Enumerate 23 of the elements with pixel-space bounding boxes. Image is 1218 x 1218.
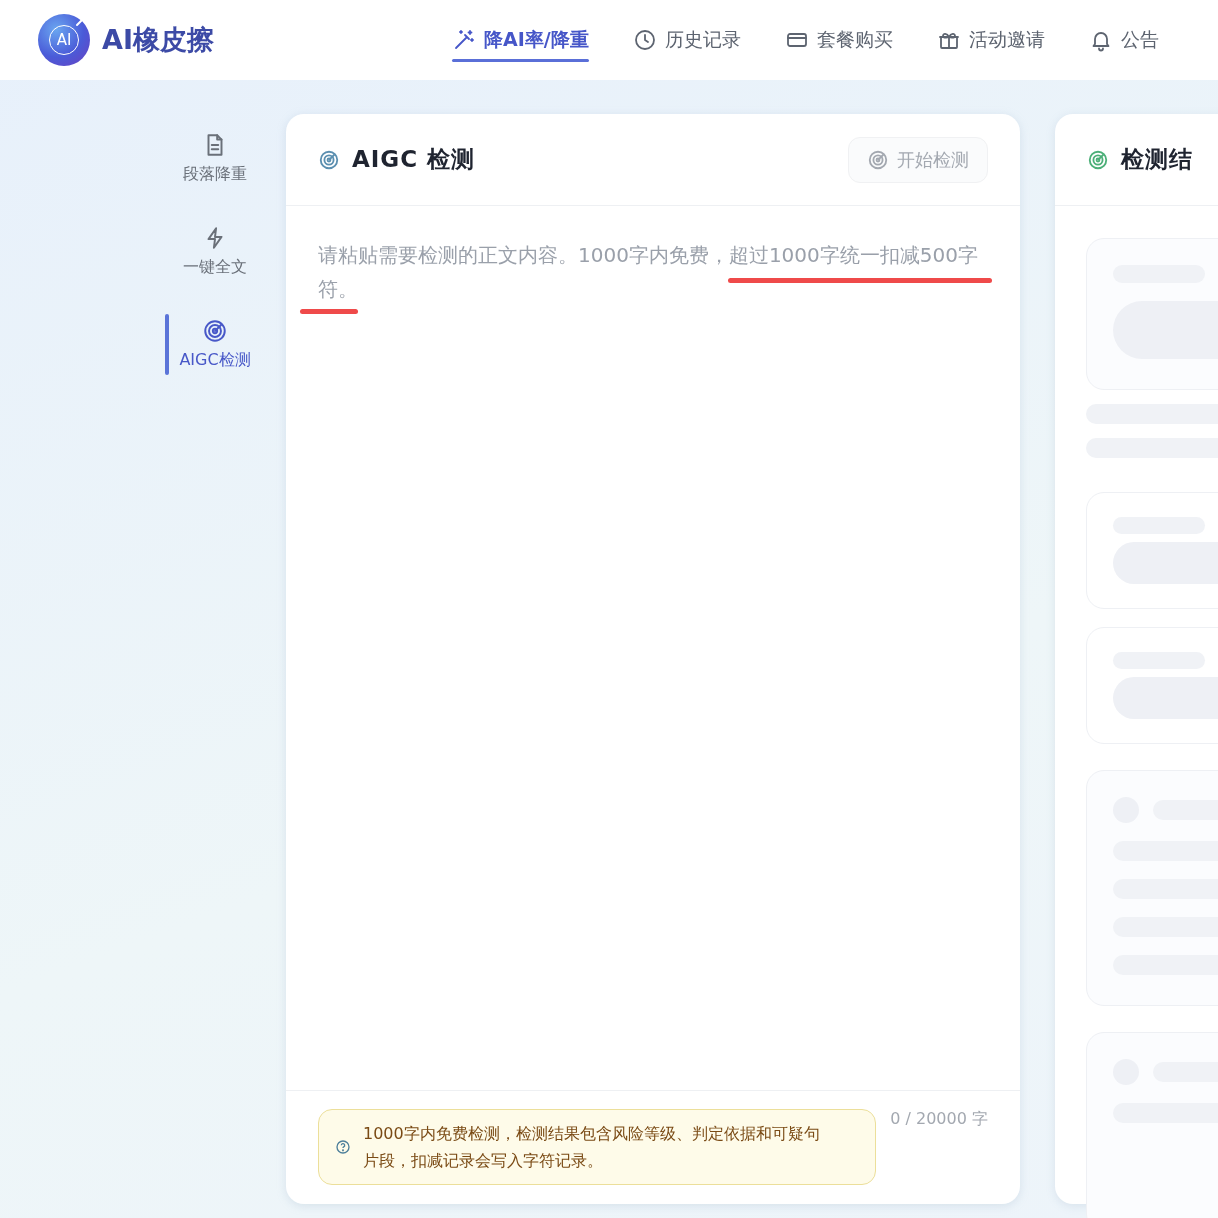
char-counter: 0 / 20000 字 (890, 1109, 988, 1130)
radar-icon (1087, 148, 1109, 171)
sidebar-item[interactable]: 一键全文 (165, 221, 265, 282)
card-title: 检测结 (1121, 145, 1193, 174)
logo-icon: AI (38, 14, 90, 66)
nav-tab[interactable]: 活动邀请 (914, 0, 1067, 80)
text-input[interactable]: 请粘贴需要检测的正文内容。1000字内免费，超过1000字统一扣减500字符。 (286, 206, 1020, 1090)
radar-icon (867, 148, 889, 171)
card-title: AIGC 检测 (352, 145, 476, 174)
clock-icon (632, 28, 657, 52)
sidebar-item[interactable]: 段落降重 (165, 128, 265, 189)
sidebar-item[interactable]: AIGC检测 (165, 314, 265, 375)
radar-icon (318, 148, 340, 171)
hand-drawn-underline (300, 309, 358, 314)
nav-tab[interactable]: 套餐购买 (762, 0, 915, 80)
help-icon (335, 1139, 351, 1155)
nav-tab[interactable]: 公告 (1066, 0, 1181, 80)
magic-wand-icon (452, 28, 476, 52)
nav-tab[interactable]: 历史记录 (610, 0, 763, 80)
radar-icon (202, 318, 228, 344)
nav-tab[interactable]: 降AI率/降重 (430, 0, 611, 80)
notice-text: 1000字内免费检测，检测结果包含风险等级、判定依据和可疑句片段，扣减记录会写入字符记录。 (363, 1123, 821, 1172)
app-name: AI橡皮擦 (102, 23, 214, 57)
